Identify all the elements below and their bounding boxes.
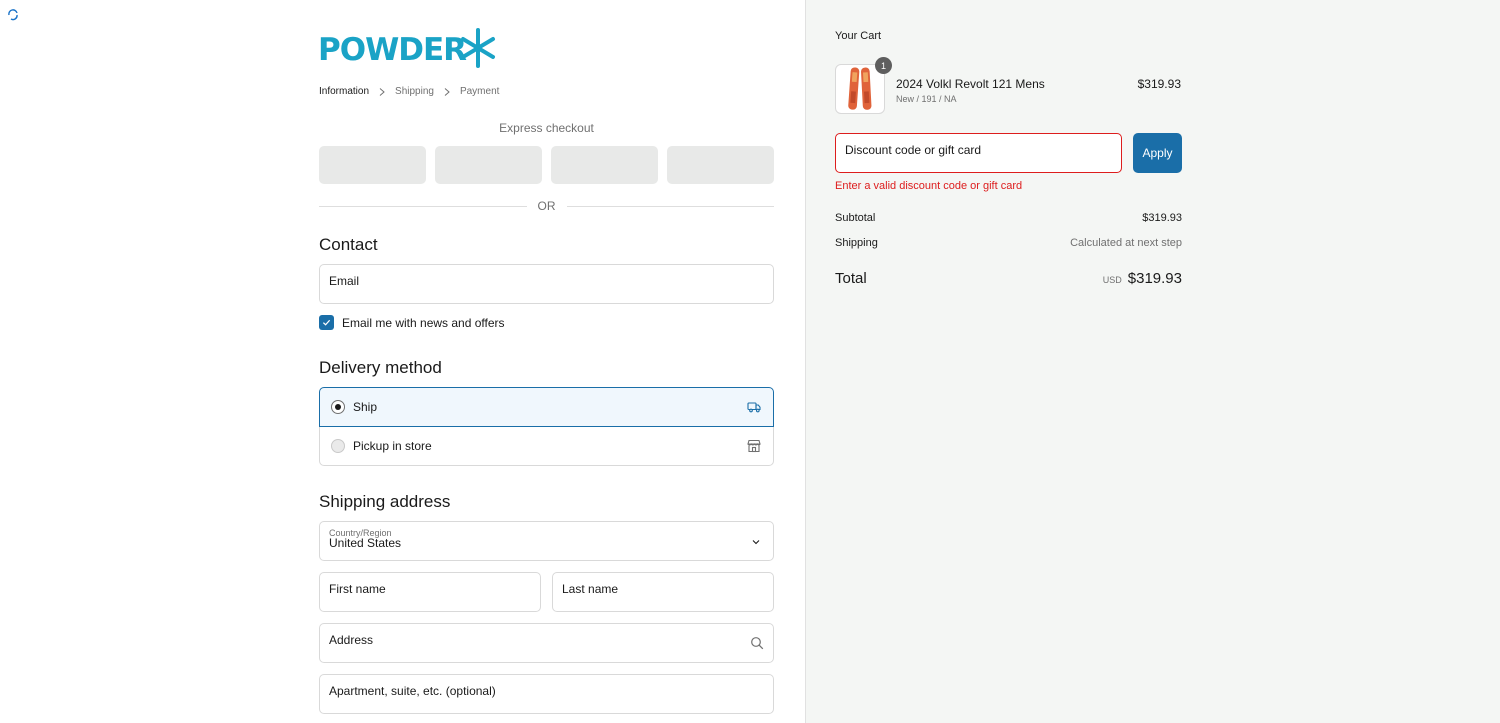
store-icon <box>747 439 761 453</box>
newsletter-label: Email me with news and offers <box>342 315 505 330</box>
currency-code: USD <box>1102 275 1122 285</box>
address-placeholder: Address <box>329 633 374 647</box>
express-pay-button-1[interactable] <box>319 146 426 184</box>
snowflake-icon <box>461 28 496 68</box>
breadcrumb-payment: Payment <box>459 86 500 97</box>
newsletter-checkbox[interactable] <box>319 315 334 330</box>
discount-placeholder: Discount code or gift card <box>845 143 982 157</box>
subtotal-row: Subtotal $319.93 <box>835 212 1182 224</box>
delivery-heading: Delivery method <box>319 358 442 377</box>
total-amount: $319.93 <box>1127 270 1182 287</box>
or-divider: OR <box>319 199 774 213</box>
express-pay-button-4[interactable] <box>667 146 774 184</box>
shipping-row: Shipping Calculated at next step <box>835 237 1182 249</box>
logo-text: POWDER <box>318 31 467 68</box>
last-name-placeholder: Last name <box>562 582 619 596</box>
breadcrumb-shipping: Shipping <box>395 86 434 97</box>
delivery-option-pickup[interactable]: Pickup in store <box>319 427 774 466</box>
cart-title: Your Cart <box>835 30 882 42</box>
shipping-value: Calculated at next step <box>1070 237 1182 249</box>
chevron-right-icon <box>377 87 387 97</box>
apply-discount-button[interactable]: Apply <box>1133 133 1182 173</box>
country-select[interactable]: Country/Region United States <box>319 521 774 561</box>
express-pay-button-2[interactable] <box>435 146 542 184</box>
discount-input[interactable]: Discount code or gift card <box>835 133 1122 173</box>
delivery-option-ship[interactable]: Ship <box>319 387 774 427</box>
apartment-field[interactable]: Apartment, suite, etc. (optional) <box>319 674 774 714</box>
first-name-field[interactable]: First name <box>319 572 541 612</box>
checkmark-icon <box>322 319 331 326</box>
product-price: $319.93 <box>1137 77 1181 91</box>
express-pay-button-3[interactable] <box>551 146 658 184</box>
shipping-address-heading: Shipping address <box>319 492 451 511</box>
product-name: 2024 Volkl Revolt 121 Mens <box>896 77 1045 91</box>
total-label: Total <box>835 270 867 287</box>
truck-icon <box>747 402 761 413</box>
ship-label: Ship <box>353 400 378 414</box>
quantity-badge: 1 <box>875 57 892 74</box>
chevron-right-icon <box>442 87 452 97</box>
address-field[interactable]: Address <box>319 623 774 663</box>
checkout-main: POWDER Information Shipping Payment Expr… <box>0 0 805 723</box>
brand-logo[interactable]: POWDER <box>318 28 496 72</box>
ski-product-image <box>848 67 872 110</box>
email-placeholder: Email <box>329 274 360 288</box>
search-icon <box>751 637 764 650</box>
express-checkout-title: Express checkout <box>499 121 594 135</box>
delivery-options: Ship Pickup in store <box>319 387 774 466</box>
product-thumbnail: 1 <box>835 57 892 114</box>
express-checkout-buttons <box>319 146 774 184</box>
total-value-group: USD $319.93 <box>1103 270 1182 287</box>
divider-line <box>566 205 774 207</box>
first-name-placeholder: First name <box>329 582 386 596</box>
total-row: Total USD $319.93 <box>835 270 1182 287</box>
apartment-placeholder: Apartment, suite, etc. (optional) <box>329 684 496 698</box>
shipping-label: Shipping <box>835 237 878 249</box>
email-field[interactable]: Email <box>319 264 774 304</box>
pickup-radio[interactable] <box>331 439 345 453</box>
breadcrumb: Information Shipping Payment <box>319 86 499 97</box>
chevron-down-icon <box>752 540 760 545</box>
product-variant: New / 191 / NA <box>896 94 957 104</box>
discount-error-message: Enter a valid discount code or gift card <box>835 180 1023 192</box>
ship-radio[interactable] <box>331 400 345 414</box>
breadcrumb-information[interactable]: Information <box>319 86 369 97</box>
country-value: United States <box>329 536 402 550</box>
pickup-label: Pickup in store <box>353 439 432 453</box>
order-summary: Your Cart 1 2024 Volkl Revolt 121 Mens N… <box>805 0 1500 723</box>
subtotal-label: Subtotal <box>835 212 876 224</box>
contact-heading: Contact <box>319 235 378 254</box>
or-text: OR <box>537 199 556 213</box>
divider-line <box>319 205 527 207</box>
last-name-field[interactable]: Last name <box>552 572 774 612</box>
newsletter-checkbox-row[interactable]: Email me with news and offers <box>319 315 505 330</box>
subtotal-value: $319.93 <box>1142 212 1182 224</box>
